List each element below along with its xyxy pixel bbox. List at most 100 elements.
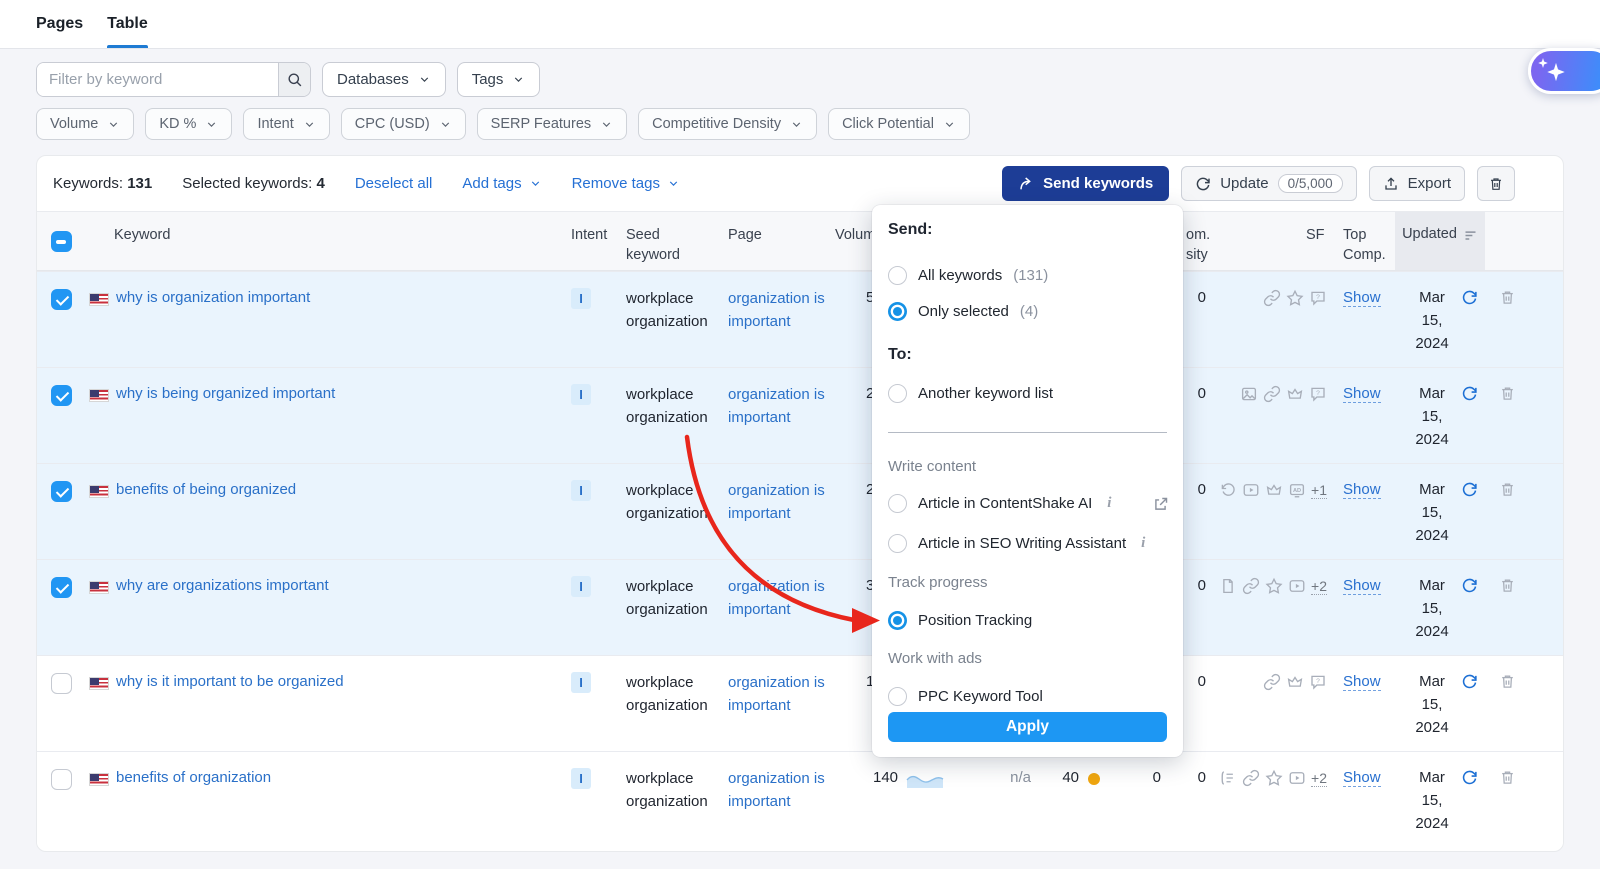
chevron-down-icon — [303, 118, 316, 131]
column-seed-keyword[interactable]: Seed keyword — [626, 225, 688, 265]
column-intent[interactable]: Intent — [571, 225, 607, 245]
updated-date: Mar 15, 2024 — [1407, 286, 1457, 355]
delete-button[interactable] — [1477, 166, 1515, 201]
competitive-density-value: 0 — [1182, 481, 1206, 498]
delete-row-icon[interactable] — [1499, 577, 1516, 594]
more-serp-features-link[interactable]: +2 — [1311, 770, 1327, 787]
keyword-link[interactable]: why is being organized important — [116, 385, 335, 402]
delete-row-icon[interactable] — [1499, 385, 1516, 402]
sparkle-small-icon — [1537, 57, 1549, 69]
popup-divider — [888, 432, 1167, 433]
page-link[interactable]: organization is important — [728, 767, 830, 813]
refresh-row-icon[interactable] — [1461, 481, 1478, 498]
row-checkbox[interactable] — [51, 673, 72, 694]
row-checkbox[interactable] — [51, 289, 72, 310]
intent-filter[interactable]: Intent — [243, 108, 329, 140]
update-button[interactable]: Update0/5,000 — [1181, 166, 1356, 201]
apply-button[interactable]: Apply — [888, 712, 1167, 742]
option-another-keyword-list[interactable]: Another keyword list — [888, 384, 1053, 403]
comment-icon — [1309, 673, 1327, 691]
option-ppc-keyword-tool[interactable]: PPC Keyword Tool — [888, 687, 1043, 706]
show-top-competitors-link[interactable]: Show — [1343, 481, 1381, 499]
column-updated[interactable]: Updated — [1395, 212, 1485, 270]
keyword-link[interactable]: why is it important to be organized — [116, 673, 344, 690]
kd-filter[interactable]: KD % — [145, 108, 232, 140]
keyword-link[interactable]: benefits of being organized — [116, 481, 296, 498]
refresh-row-icon[interactable] — [1461, 289, 1478, 306]
filter-row-primary: Databases Tags — [36, 62, 540, 97]
page-link[interactable]: organization is important — [728, 383, 830, 429]
delete-row-icon[interactable] — [1499, 481, 1516, 498]
column-top-competitors[interactable]: Top Comp. — [1343, 225, 1391, 265]
page-link[interactable]: organization is important — [728, 479, 830, 525]
row-checkbox[interactable] — [51, 481, 72, 502]
option-position-tracking[interactable]: Position Tracking — [888, 611, 1032, 630]
us-flag-icon — [89, 581, 109, 594]
volume-filter[interactable]: Volume — [36, 108, 134, 140]
more-serp-features-link[interactable]: +2 — [1311, 578, 1327, 595]
row-checkbox[interactable] — [51, 577, 72, 598]
click-potential-filter[interactable]: Click Potential — [828, 108, 970, 140]
radio-only-selected[interactable] — [888, 302, 907, 321]
row-checkbox[interactable] — [51, 769, 72, 790]
ai-assistant-button[interactable] — [1528, 48, 1600, 94]
updated-date: Mar 15, 2024 — [1407, 670, 1457, 739]
select-all-checkbox[interactable] — [51, 231, 72, 252]
column-page[interactable]: Page — [728, 225, 762, 245]
refresh-row-icon[interactable] — [1461, 769, 1478, 786]
star-icon — [1265, 769, 1283, 787]
deselect-all-link[interactable]: Deselect all — [355, 175, 433, 192]
page-link[interactable]: organization is important — [728, 575, 830, 621]
tags-filter[interactable]: Tags — [457, 62, 541, 97]
column-competitive-density[interactable]: om. sity — [1186, 225, 1222, 265]
delete-row-icon[interactable] — [1499, 289, 1516, 306]
radio-position-tracking[interactable] — [888, 611, 907, 630]
external-link-icon[interactable] — [1152, 496, 1169, 513]
option-seo-writing-assistant[interactable]: Article in SEO Writing Assistant i — [888, 534, 1145, 553]
option-contentshake[interactable]: Article in ContentShake AI i — [888, 494, 1111, 513]
refresh-row-icon[interactable] — [1461, 385, 1478, 402]
delete-row-icon[interactable] — [1499, 769, 1516, 786]
competitive-density-filter[interactable]: Competitive Density — [638, 108, 817, 140]
option-all-keywords[interactable]: All keywords (131) — [888, 266, 1048, 285]
send-keywords-button[interactable]: Send keywords — [1002, 166, 1169, 201]
show-top-competitors-link[interactable]: Show — [1343, 673, 1381, 691]
option-only-selected[interactable]: Only selected (4) — [888, 302, 1038, 321]
cpc-filter[interactable]: CPC (USD) — [341, 108, 466, 140]
radio-all-keywords[interactable] — [888, 266, 907, 285]
show-top-competitors-link[interactable]: Show — [1343, 577, 1381, 595]
more-serp-features-link[interactable]: +1 — [1311, 482, 1327, 499]
radio-ppc-keyword-tool[interactable] — [888, 687, 907, 706]
show-top-competitors-link[interactable]: Show — [1343, 769, 1381, 787]
refresh-row-icon[interactable] — [1461, 577, 1478, 594]
radio-contentshake[interactable] — [888, 494, 907, 513]
tab-pages[interactable]: Pages — [36, 0, 83, 48]
serp-features-filter[interactable]: SERP Features — [477, 108, 627, 140]
refresh-row-icon[interactable] — [1461, 673, 1478, 690]
updated-date: Mar 15, 2024 — [1407, 766, 1457, 835]
row-checkbox[interactable] — [51, 385, 72, 406]
add-tags-link[interactable]: Add tags — [462, 175, 541, 192]
keyword-link[interactable]: why is organization important — [116, 289, 310, 306]
keyword-link[interactable]: why are organizations important — [116, 577, 329, 594]
page-link[interactable]: organization is important — [728, 287, 830, 333]
column-serp-features[interactable]: SF — [1306, 225, 1325, 245]
page-link[interactable]: organization is important — [728, 671, 830, 717]
column-keyword[interactable]: Keyword — [114, 225, 170, 245]
keyword-link[interactable]: benefits of organization — [116, 769, 271, 786]
show-top-competitors-link[interactable]: Show — [1343, 385, 1381, 403]
info-icon[interactable]: i — [1141, 535, 1145, 552]
radio-another-keyword-list[interactable] — [888, 384, 907, 403]
show-top-competitors-link[interactable]: Show — [1343, 289, 1381, 307]
info-icon[interactable]: i — [1107, 495, 1111, 512]
delete-row-icon[interactable] — [1499, 673, 1516, 690]
databases-filter[interactable]: Databases — [322, 62, 446, 97]
radio-seo-writing-assistant[interactable] — [888, 534, 907, 553]
search-button[interactable] — [278, 63, 310, 96]
tab-table[interactable]: Table — [107, 0, 148, 48]
export-button[interactable]: Export — [1369, 166, 1465, 201]
remove-tags-link[interactable]: Remove tags — [572, 175, 680, 192]
us-flag-icon — [89, 389, 109, 402]
competitive-density-value: 0 — [1182, 673, 1206, 690]
keyword-filter-input[interactable] — [37, 63, 278, 96]
